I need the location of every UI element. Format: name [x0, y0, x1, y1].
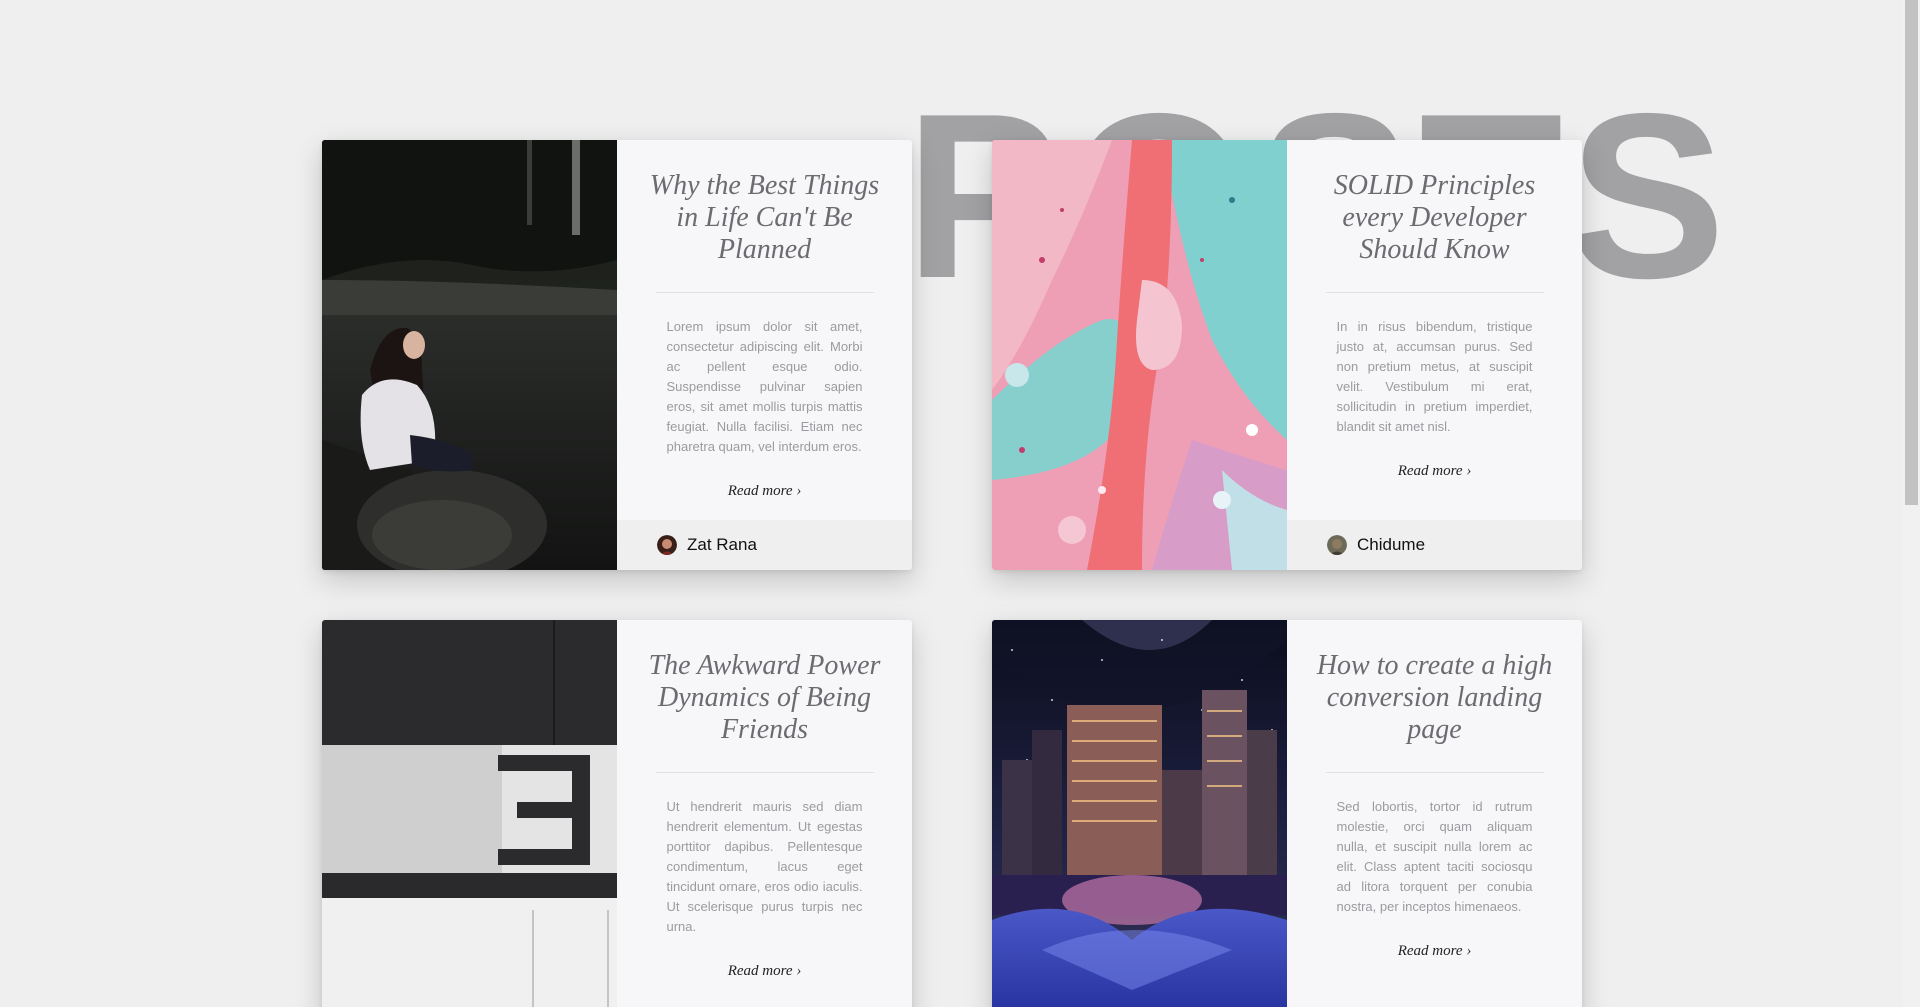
divider [1325, 292, 1544, 293]
read-more-link[interactable]: Read more › [1398, 463, 1472, 480]
divider [655, 292, 874, 293]
post-excerpt: Ut hendrerit mauris sed diam hendrerit e… [666, 799, 863, 934]
post-title[interactable]: Why the Best Things in Life Can't Be Pla… [617, 140, 912, 266]
post-excerpt: Sed lobortis, tortor id rutrum molestie,… [1336, 799, 1533, 914]
author-avatar[interactable] [1327, 535, 1347, 555]
read-more-link[interactable]: Read more › [1398, 943, 1472, 960]
post-title[interactable]: How to create a high conversion landing … [1287, 620, 1582, 746]
divider [1325, 772, 1544, 773]
post-card: How to create a high conversion landing … [992, 620, 1582, 1007]
post-excerpt: In in risus bibendum, tristique justo at… [1336, 319, 1533, 434]
post-card: Why the Best Things in Life Can't Be Pla… [322, 140, 912, 570]
read-more-link[interactable]: Read more › [728, 483, 802, 500]
page-scrollbar[interactable] [1903, 0, 1920, 1007]
author-bar: Zat Rana [617, 520, 912, 570]
author-avatar[interactable] [657, 535, 677, 555]
photo-girl-by-lake-icon [322, 140, 617, 570]
post-card: SOLID Principles every Developer Should … [992, 140, 1582, 570]
post-title[interactable]: SOLID Principles every Developer Should … [1287, 140, 1582, 266]
author-name[interactable]: Chidume [1357, 535, 1425, 555]
author-bar: Chidume [1287, 520, 1582, 570]
photo-architecture-number-three-icon [322, 620, 617, 1007]
read-more-link[interactable]: Read more › [728, 963, 802, 980]
post-content: SOLID Principles every Developer Should … [1287, 140, 1582, 570]
post-title[interactable]: The Awkward Power Dynamics of Being Frie… [617, 620, 912, 746]
scrollbar-thumb[interactable] [1905, 0, 1918, 505]
post-card: The Awkward Power Dynamics of Being Frie… [322, 620, 912, 1007]
post-content: The Awkward Power Dynamics of Being Frie… [617, 620, 912, 1007]
divider [655, 772, 874, 773]
post-content: How to create a high conversion landing … [1287, 620, 1582, 1007]
author-name[interactable]: Zat Rana [687, 535, 757, 555]
post-content: Why the Best Things in Life Can't Be Pla… [617, 140, 912, 570]
photo-night-city-icon [992, 620, 1287, 1007]
post-excerpt: Lorem ipsum dolor sit amet, consectetur … [666, 319, 863, 454]
photo-fluid-paint-icon [992, 140, 1287, 570]
